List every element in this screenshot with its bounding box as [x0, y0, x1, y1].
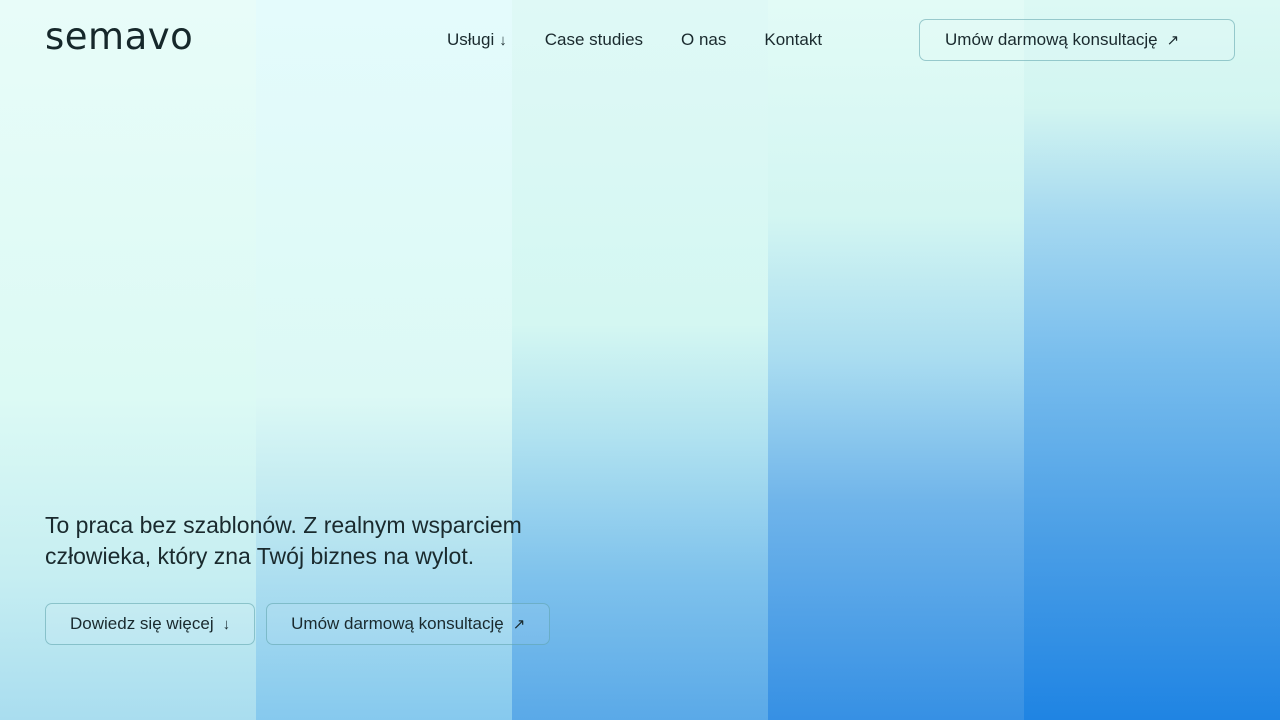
- nav-item-uslugi[interactable]: Usługi ↓: [447, 30, 507, 50]
- nav-item-label: Kontakt: [764, 30, 823, 49]
- nav-item-case-studies[interactable]: Case studies: [545, 30, 643, 50]
- site-header: semavo Usługi ↓ Case studies O nas Konta…: [0, 0, 1280, 80]
- learn-more-button[interactable]: Dowiedz się więcej ↓: [45, 603, 256, 645]
- arrow-down-icon: ↓: [222, 615, 231, 633]
- nav-item-label: Usługi: [447, 30, 495, 49]
- hero-consultation-button[interactable]: Umów darmową konsultację ↗: [266, 603, 551, 645]
- arrow-up-right-icon: ↗: [512, 616, 526, 633]
- nav-item-o-nas[interactable]: O nas: [681, 30, 726, 50]
- header-consultation-button[interactable]: Umów darmową konsultację ↗: [919, 19, 1235, 61]
- hero-buttons: Dowiedz się więcej ↓ Umów darmową konsul…: [45, 603, 561, 645]
- nav-item-label: O nas: [681, 30, 727, 49]
- button-label: Umów darmową konsultację: [945, 30, 1158, 49]
- button-label: Umów darmową konsultację: [291, 614, 504, 633]
- hero-tagline: To praca bez szablonów. Z realnym wsparc…: [45, 510, 645, 572]
- nav-item-kontakt[interactable]: Kontakt: [764, 30, 822, 50]
- arrow-up-right-icon: ↗: [1166, 32, 1180, 49]
- main-nav: Usługi ↓ Case studies O nas Kontakt: [447, 30, 860, 50]
- nav-item-label: Case studies: [544, 30, 644, 49]
- page: semavo Usługi ↓ Case studies O nas Konta…: [0, 0, 1280, 720]
- brand-logo[interactable]: semavo: [45, 18, 193, 55]
- gradient-stripe: [1024, 0, 1280, 720]
- hero-tagline-line2: człowieka, który zna Twój biznes na wylo…: [45, 543, 475, 569]
- gradient-stripe: [768, 0, 1024, 720]
- hero-tagline-line1: To praca bez szablonów. Z realnym wsparc…: [45, 512, 522, 538]
- button-label: Dowiedz się więcej: [70, 614, 214, 633]
- arrow-down-icon: ↓: [499, 31, 507, 49]
